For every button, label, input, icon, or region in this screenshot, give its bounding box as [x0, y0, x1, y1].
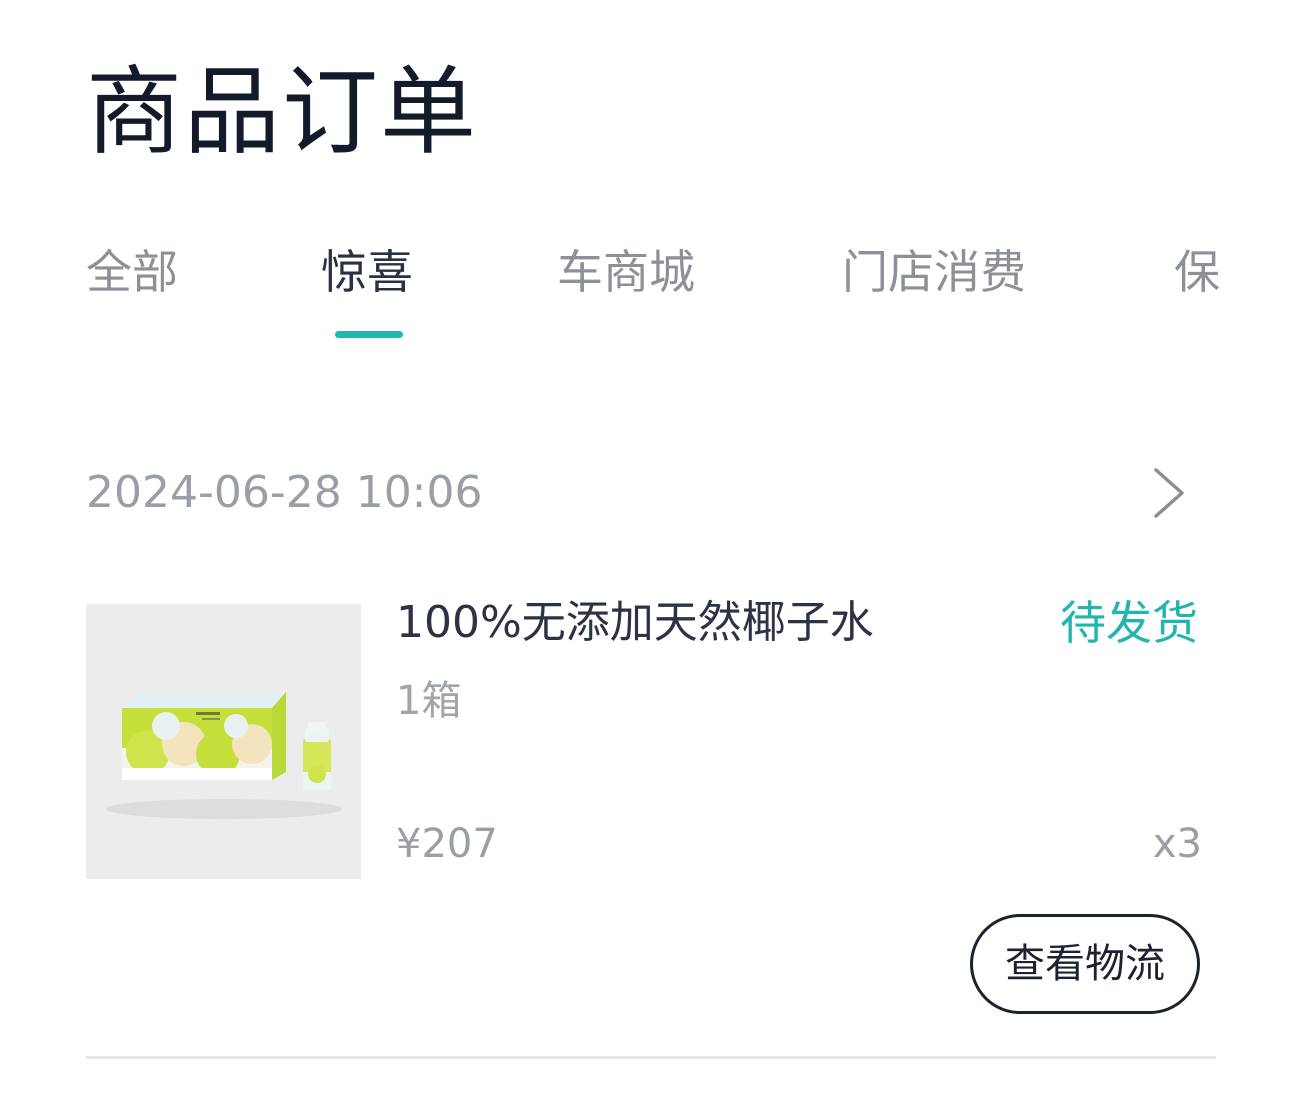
order-tabs: 全部 惊喜 车商城 门店消费 保	[0, 236, 1232, 346]
product-name[interactable]: 100%无添加天然椰子水	[396, 590, 874, 656]
tab-surprise[interactable]: 惊喜	[321, 236, 413, 346]
tab-car-mall[interactable]: 车商城	[557, 236, 695, 346]
product-coconut-water-image	[86, 604, 361, 879]
product-spec: 1箱	[396, 678, 462, 724]
order-header[interactable]: 2024-06-28 10:06	[86, 458, 1216, 528]
order-time: 2024-06-28 10:06	[86, 467, 483, 518]
product-price: ¥207	[396, 821, 498, 867]
order-divider	[86, 1056, 1216, 1059]
order-status-badge: 待发货	[1060, 596, 1198, 650]
product-quantity: x3	[1152, 821, 1202, 867]
chevron-right-icon	[1154, 468, 1184, 518]
view-logistics-button[interactable]: 查看物流	[970, 914, 1200, 1014]
tab-store-consumption[interactable]: 门店消费	[842, 236, 1026, 346]
active-tab-indicator	[335, 331, 403, 338]
product-image[interactable]	[86, 604, 361, 879]
tab-maintenance[interactable]: 保	[1174, 236, 1220, 346]
tab-all[interactable]: 全部	[86, 236, 178, 346]
page-title: 商品订单	[86, 56, 478, 168]
